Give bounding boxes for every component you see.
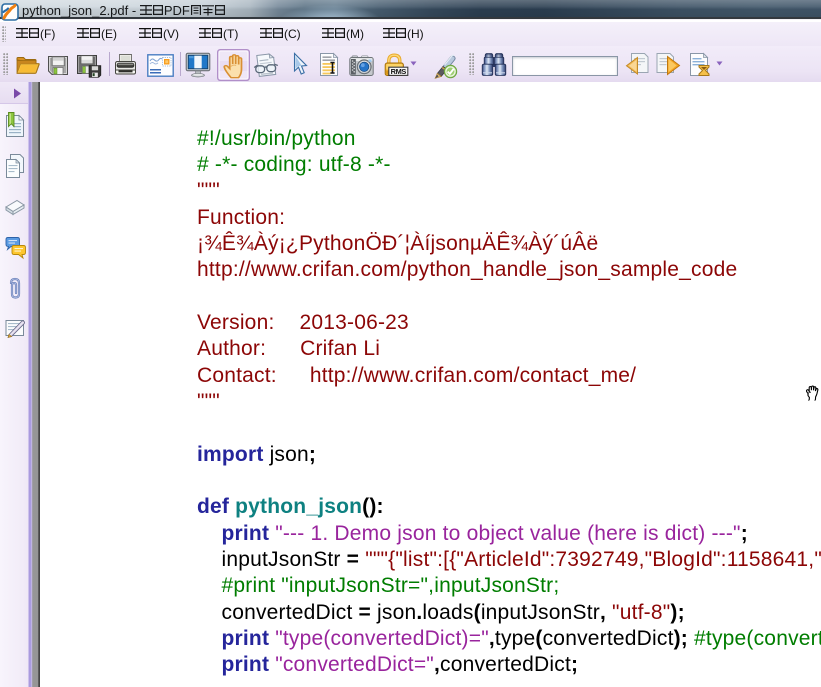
svg-text:RMS: RMS: [391, 67, 407, 76]
